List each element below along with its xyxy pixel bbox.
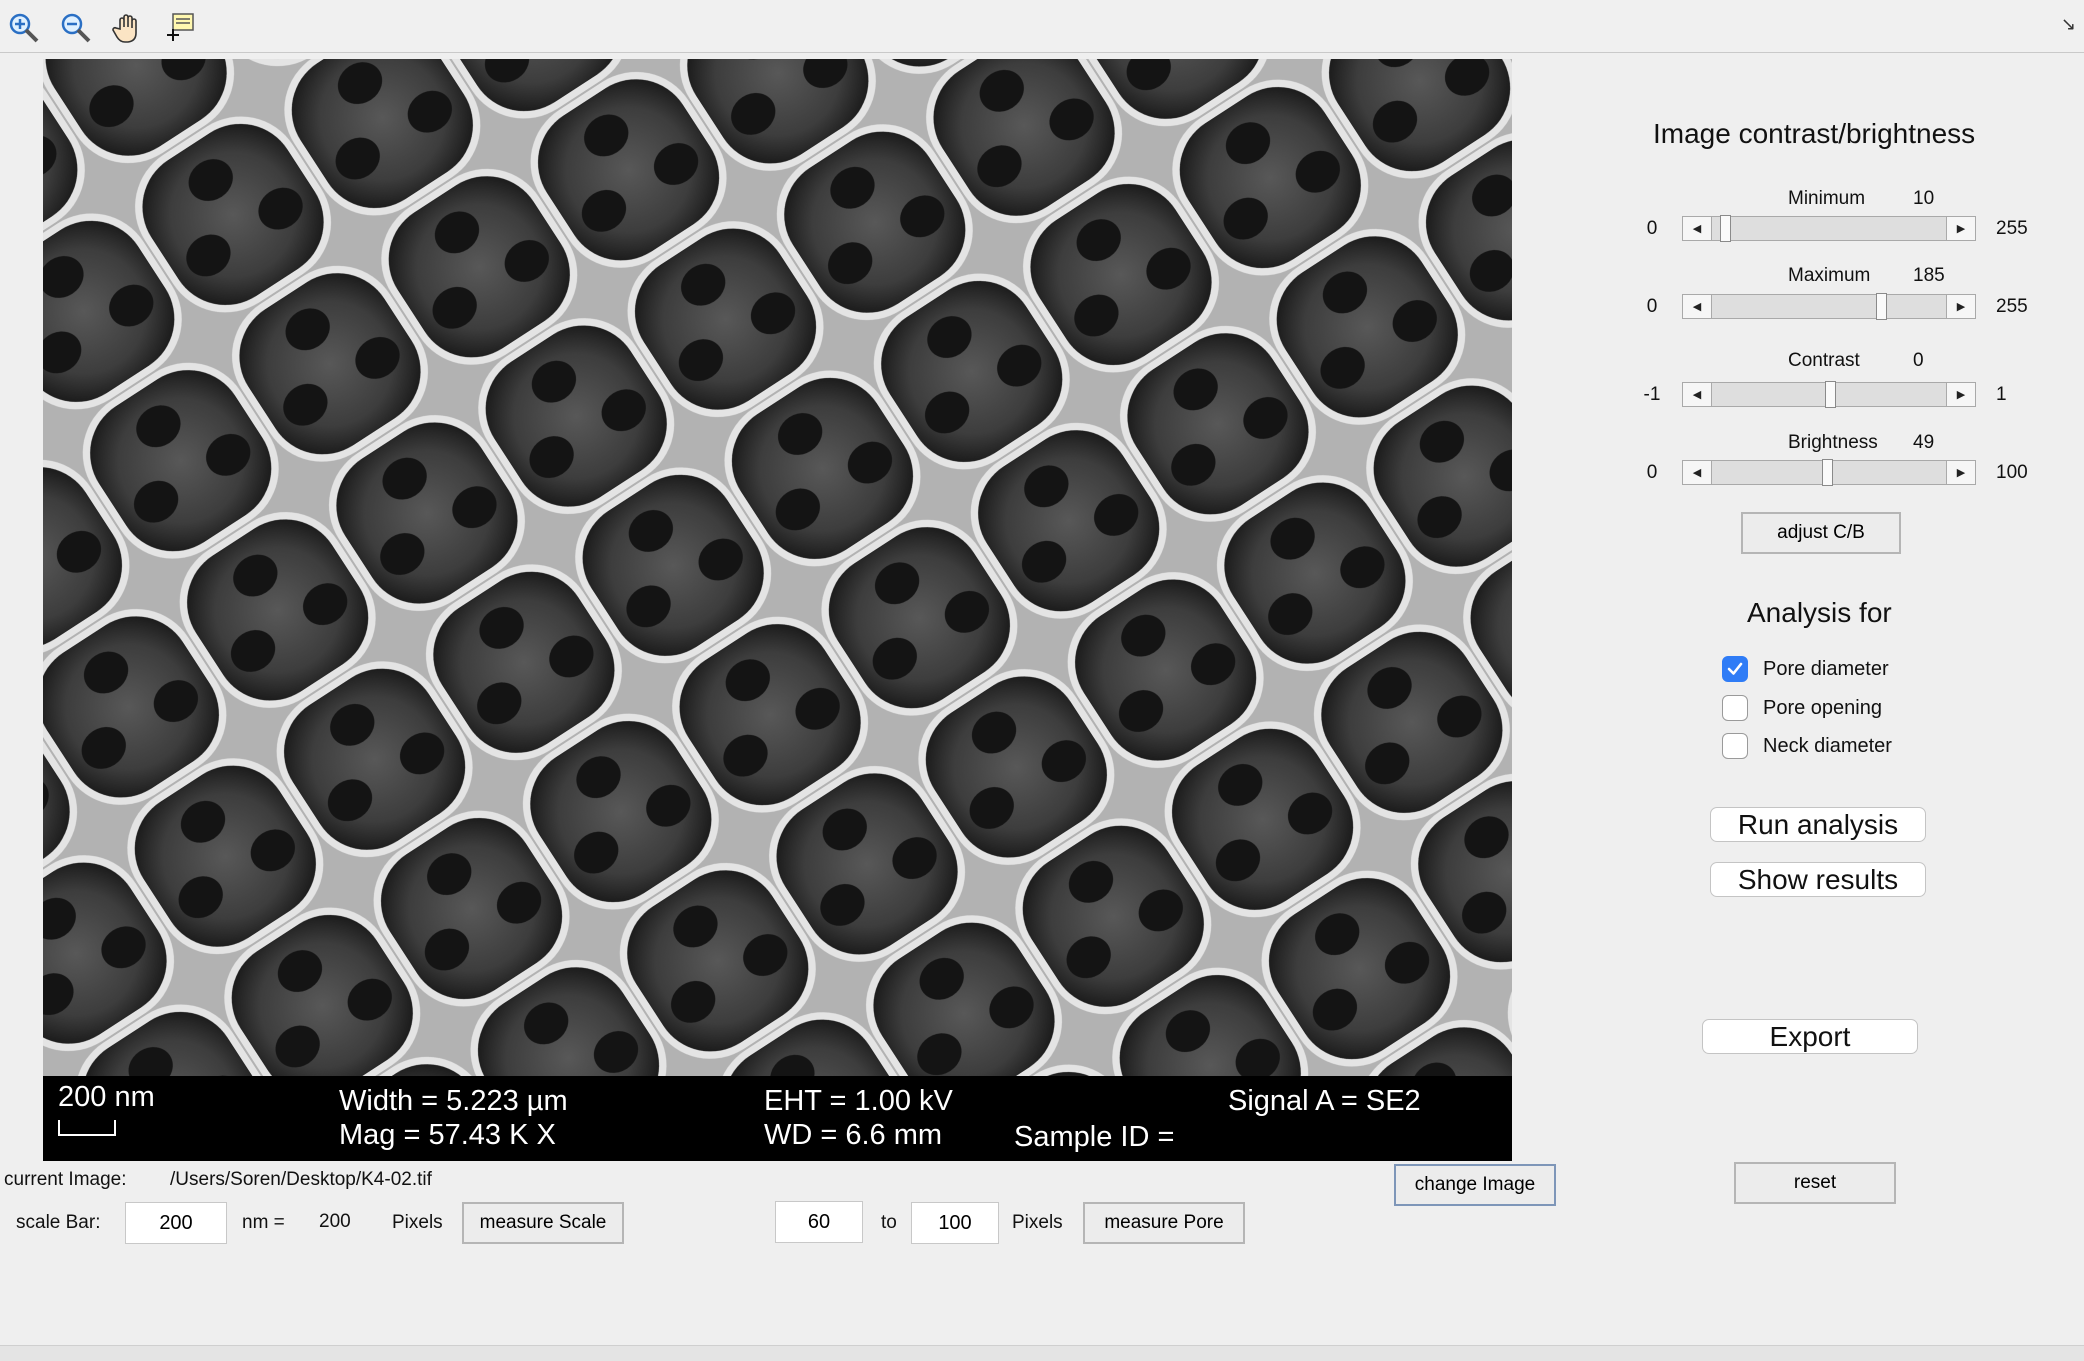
change-image-button[interactable]: change Image xyxy=(1394,1164,1556,1206)
slider-left-arrow-icon[interactable]: ◀ xyxy=(1683,295,1712,318)
measure-scale-button[interactable]: measure Scale xyxy=(462,1202,624,1244)
to-label: to xyxy=(881,1212,897,1233)
width-readout: Width = 5.223 µm xyxy=(339,1085,568,1117)
figure-toolbar: ↘ xyxy=(0,0,2084,53)
slider-minimum-min: 0 xyxy=(1646,218,1658,239)
slider-minimum-slider[interactable]: ◀ ▶ xyxy=(1682,215,1976,242)
slider-minimum-value: 10 xyxy=(1913,188,1935,209)
slider-thumb[interactable] xyxy=(1822,459,1833,486)
slider-brightness-label: Brightness xyxy=(1788,432,1878,453)
slider-maximum-label: Maximum xyxy=(1788,265,1871,286)
zoom-in-icon[interactable] xyxy=(4,8,44,48)
mag-readout: Mag = 57.43 K X xyxy=(339,1119,556,1151)
slider-brightness-max: 100 xyxy=(1996,462,2028,483)
analysis-option-pore-diameter[interactable]: Pore diameter xyxy=(1722,654,1889,684)
export-button[interactable]: Export xyxy=(1702,1019,1918,1054)
analysis-option-neck-diameter[interactable]: Neck diameter xyxy=(1722,731,1892,761)
show-results-button[interactable]: Show results xyxy=(1710,862,1926,897)
slider-contrast-slider[interactable]: ◀ ▶ xyxy=(1682,381,1976,408)
dock-arrow-icon[interactable]: ↘ xyxy=(2061,14,2076,35)
window-bottom-edge xyxy=(0,1345,2084,1361)
slider-right-arrow-icon[interactable]: ▶ xyxy=(1946,295,1975,318)
porous-membrane-image xyxy=(43,59,1512,1076)
slider-minimum-max: 255 xyxy=(1996,218,2028,239)
pore-pixels-label: Pixels xyxy=(1012,1212,1063,1233)
scale-bar-marker xyxy=(58,1120,116,1136)
zoom-out-icon[interactable] xyxy=(56,8,96,48)
slider-maximum-min: 0 xyxy=(1646,296,1658,317)
pan-hand-icon[interactable] xyxy=(108,8,148,48)
scale-pixels-value: 200 xyxy=(319,1211,351,1232)
slider-thumb[interactable] xyxy=(1825,381,1836,408)
slider-contrast-max: 1 xyxy=(1996,384,2007,405)
run-analysis-button[interactable]: Run analysis xyxy=(1710,807,1926,842)
slider-thumb[interactable] xyxy=(1876,293,1887,320)
slider-maximum-max: 255 xyxy=(1996,296,2028,317)
nm-equals-label: nm = xyxy=(242,1212,285,1233)
slider-maximum-slider[interactable]: ◀ ▶ xyxy=(1682,293,1976,320)
pore-min-input[interactable] xyxy=(775,1201,863,1243)
scale-bar-label: scale Bar: xyxy=(16,1212,101,1233)
slider-left-arrow-icon[interactable]: ◀ xyxy=(1683,217,1712,240)
sample-id-readout: Sample ID = xyxy=(1014,1121,1175,1153)
current-image-label: current Image: xyxy=(4,1169,127,1190)
analysis-option-label: Pore opening xyxy=(1763,696,1882,719)
eht-readout: EHT = 1.00 kV xyxy=(764,1085,953,1117)
slider-brightness-slider[interactable]: ◀ ▶ xyxy=(1682,459,1976,486)
slider-brightness-value: 49 xyxy=(1913,432,1935,453)
sem-info-bar: 200 nm Width = 5.223 µm Mag = 57.43 K X … xyxy=(43,1076,1512,1161)
analysis-option-label: Neck diameter xyxy=(1763,734,1892,757)
slider-thumb[interactable] xyxy=(1720,215,1731,242)
scale-nm-input[interactable] xyxy=(125,1202,227,1244)
measure-pore-button[interactable]: measure Pore xyxy=(1083,1202,1245,1244)
analysis-option-label: Pore diameter xyxy=(1763,657,1889,680)
checkbox-checked-icon[interactable] xyxy=(1722,656,1748,682)
slider-left-arrow-icon[interactable]: ◀ xyxy=(1683,383,1712,406)
slider-contrast-min: -1 xyxy=(1643,384,1661,405)
scale-pixels-label: Pixels xyxy=(392,1212,443,1233)
scale-label: 200 nm xyxy=(58,1081,155,1113)
checkbox-unchecked-icon[interactable] xyxy=(1722,733,1748,759)
slider-contrast-value: 0 xyxy=(1913,350,1924,371)
data-cursor-icon[interactable] xyxy=(160,8,200,48)
slider-right-arrow-icon[interactable]: ▶ xyxy=(1946,461,1975,484)
pore-max-input[interactable] xyxy=(911,1202,999,1244)
analysis-title: Analysis for xyxy=(1747,597,1892,628)
slider-brightness-min: 0 xyxy=(1646,462,1658,483)
slider-left-arrow-icon[interactable]: ◀ xyxy=(1683,461,1712,484)
slider-right-arrow-icon[interactable]: ▶ xyxy=(1946,217,1975,240)
slider-minimum-label: Minimum xyxy=(1788,188,1866,209)
slider-right-arrow-icon[interactable]: ▶ xyxy=(1946,383,1975,406)
contrast-brightness-title: Image contrast/brightness xyxy=(1653,118,1976,149)
analysis-option-pore-opening[interactable]: Pore opening xyxy=(1722,693,1882,723)
slider-maximum-value: 185 xyxy=(1913,265,1945,286)
signal-readout: Signal A = SE2 xyxy=(1228,1085,1421,1117)
checkbox-unchecked-icon[interactable] xyxy=(1722,695,1748,721)
current-image-path: /Users/Soren/Desktop/K4-02.tif xyxy=(170,1169,432,1190)
sem-image: 200 nm Width = 5.223 µm Mag = 57.43 K X … xyxy=(43,59,1512,1161)
reset-button[interactable]: reset xyxy=(1734,1162,1896,1204)
adjust-cb-button[interactable]: adjust C/B xyxy=(1741,512,1901,554)
wd-readout: WD = 6.6 mm xyxy=(764,1119,943,1151)
slider-contrast-label: Contrast xyxy=(1788,350,1860,371)
